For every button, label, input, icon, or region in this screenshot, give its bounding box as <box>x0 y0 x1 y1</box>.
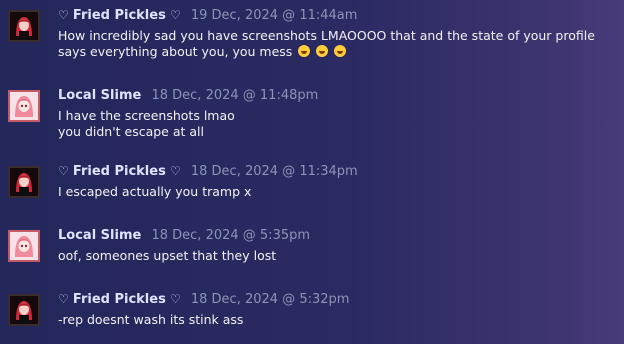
comment-line: I have the screenshots lmao <box>58 108 235 123</box>
timestamp: 19 Dec, 2024 @ 11:44am <box>190 8 358 23</box>
comment-line: you didn't escape at all <box>58 124 204 139</box>
author-name[interactable]: Local Slime <box>58 88 141 103</box>
timestamp: 18 Dec, 2024 @ 5:35pm <box>151 228 311 243</box>
comment-header: ♡ Fried Pickles ♡ 19 Dec, 2024 @ 11:44am <box>58 8 357 23</box>
grinning-squint-emoji-icon <box>298 45 311 57</box>
comment-line: says everything about you, you mess <box>58 44 293 59</box>
avatar-image-icon <box>10 296 38 324</box>
avatar[interactable] <box>8 294 40 326</box>
comment-line: How incredibly sad you have screenshots … <box>58 28 595 43</box>
heart-icon: ♡ <box>169 292 181 306</box>
avatar-image-icon <box>10 232 38 260</box>
comment-header: ♡ Fried Pickles ♡ 18 Dec, 2024 @ 11:34pm <box>58 164 358 179</box>
comment-text: oof, someones upset that they lost <box>58 248 598 264</box>
comment-header: Local Slime 18 Dec, 2024 @ 11:48pm <box>58 88 318 103</box>
author-name[interactable]: Local Slime <box>58 228 141 243</box>
author-name[interactable]: Fried Pickles <box>73 8 166 23</box>
avatar[interactable] <box>8 90 40 122</box>
comment-line: -rep doesnt wash its stink ass <box>58 312 244 327</box>
heart-icon: ♡ <box>58 164 69 178</box>
avatar[interactable] <box>8 10 40 42</box>
heart-icon: ♡ <box>58 292 69 306</box>
heart-icon: ♡ <box>169 164 181 178</box>
comment-text: I escaped actually you tramp x <box>58 184 598 200</box>
comment-text: I have the screenshots lmao you didn't e… <box>58 108 598 140</box>
timestamp: 18 Dec, 2024 @ 11:34pm <box>190 164 358 179</box>
grinning-squint-emoji-icon <box>316 45 329 57</box>
avatar-image-icon <box>10 12 38 40</box>
comment-line-with-emoji: says everything about you, you mess <box>58 44 598 60</box>
timestamp: 18 Dec, 2024 @ 11:48pm <box>151 88 319 103</box>
grinning-squint-emoji-icon <box>334 45 347 57</box>
comment-text: -rep doesnt wash its stink ass <box>58 312 598 328</box>
comment-header: ♡ Fried Pickles ♡ 18 Dec, 2024 @ 5:32pm <box>58 292 349 307</box>
author-name[interactable]: Fried Pickles <box>73 292 166 307</box>
avatar-image-icon <box>10 168 38 196</box>
comment-header: Local Slime 18 Dec, 2024 @ 5:35pm <box>58 228 310 243</box>
avatar-image-icon <box>10 92 38 120</box>
heart-icon: ♡ <box>169 8 181 22</box>
author-name[interactable]: Fried Pickles <box>73 164 166 179</box>
comment-text: How incredibly sad you have screenshots … <box>58 28 598 60</box>
avatar[interactable] <box>8 230 40 262</box>
heart-icon: ♡ <box>58 8 69 22</box>
comment-line: I escaped actually you tramp x <box>58 184 252 199</box>
avatar[interactable] <box>8 166 40 198</box>
comment-thread: ♡ Fried Pickles ♡ 19 Dec, 2024 @ 11:44am… <box>0 0 624 344</box>
comment-line: oof, someones upset that they lost <box>58 248 277 263</box>
timestamp: 18 Dec, 2024 @ 5:32pm <box>190 292 350 307</box>
